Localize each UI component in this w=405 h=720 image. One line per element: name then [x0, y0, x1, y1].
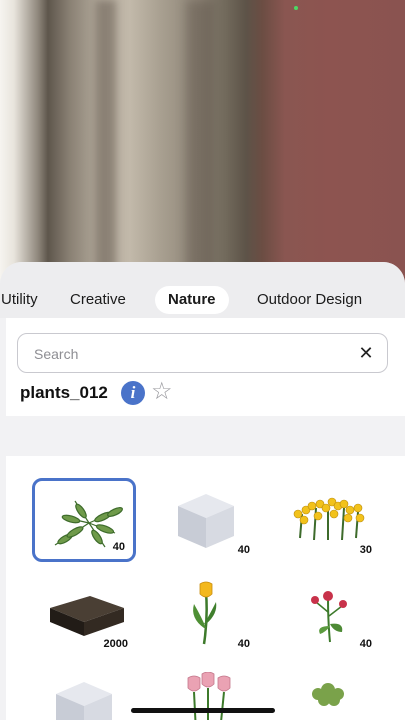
asset-count: 40 — [237, 544, 250, 556]
green-shrub-icon — [312, 683, 344, 706]
asset-tile[interactable] — [276, 666, 380, 720]
tab-outdoor-design[interactable]: Outdoor Design — [244, 286, 375, 314]
tab-utility[interactable]: Utility — [0, 286, 51, 314]
asset-count: 40 — [237, 638, 250, 650]
asset-tile[interactable]: 40 — [154, 572, 258, 656]
asset-count: 30 — [359, 544, 372, 556]
asset-tile[interactable] — [32, 666, 136, 720]
placeholder-cube-icon — [178, 494, 234, 548]
search-input[interactable] — [34, 343, 334, 365]
search-box: ✕ — [17, 333, 388, 373]
search-panel: ✕ plants_012 i ☆ — [6, 318, 405, 416]
asset-sheet: Utility Creative Nature Outdoor Design ✕… — [0, 262, 405, 720]
star-outline-icon[interactable]: ☆ — [151, 380, 173, 404]
curtain-fold — [186, 0, 214, 290]
info-icon[interactable]: i — [121, 381, 145, 405]
asset-count: 2000 — [103, 638, 128, 650]
close-icon[interactable]: ✕ — [357, 344, 375, 362]
curtain-fold — [96, 0, 116, 290]
asset-grid: 40 40 30 2000 40 40 — [6, 456, 405, 720]
asset-count: 40 — [112, 541, 125, 553]
yellow-flowers-icon — [293, 497, 365, 541]
asset-name: plants_012 — [20, 383, 108, 402]
camera-view[interactable] — [0, 0, 405, 290]
asset-tile[interactable]: 40 — [154, 478, 258, 562]
asset-count: 40 — [359, 638, 372, 650]
asset-tile[interactable]: 2000 — [32, 572, 136, 656]
tab-nature[interactable]: Nature — [155, 286, 229, 314]
asset-tile[interactable]: 30 — [276, 478, 380, 562]
tab-creative[interactable]: Creative — [57, 286, 139, 314]
asset-tile[interactable]: 40 — [276, 572, 380, 656]
tracking-dot — [294, 6, 298, 10]
yellow-tulip-icon — [193, 581, 217, 645]
red-flower-icon — [311, 591, 347, 643]
category-tabs: Utility Creative Nature Outdoor Design — [0, 262, 405, 318]
placeholder-cube-icon — [56, 682, 112, 720]
home-indicator[interactable] — [131, 708, 275, 713]
asset-tile[interactable]: 40 — [32, 478, 136, 562]
